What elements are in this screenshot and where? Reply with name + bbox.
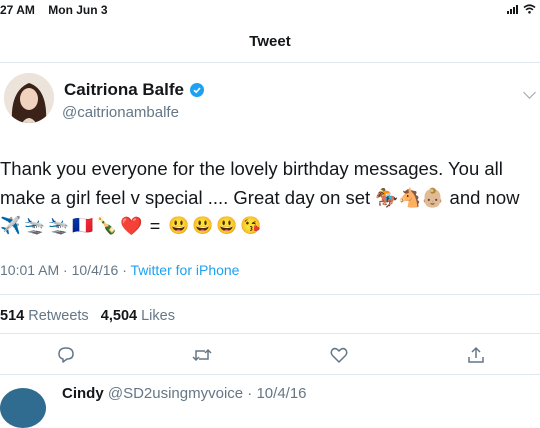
verified-icon [189,83,204,97]
france-flag-emoji: 🇫🇷 [72,216,94,235]
chevron-down-icon[interactable] [523,86,536,99]
reply-separator: · [247,385,253,402]
tweet-meta: 10:01 AM · 10/4/16 · Twitter for iPhone [0,262,239,278]
reply-avatar[interactable] [0,388,46,428]
reply-author-name[interactable]: Cindy [62,385,104,402]
retweet-icon [192,348,212,362]
retweet-button[interactable] [191,344,213,366]
author-handle[interactable]: @caitrionambalfe [62,104,179,121]
tweet-time: 10:01 AM [0,262,60,278]
status-icons [507,4,536,14]
meta-separator: · [63,262,68,278]
retweets-count: 514 [0,308,25,324]
airplane-arriving-emoji: 🛬 [48,216,70,235]
smiley-emoji: 😃 [216,216,238,235]
meta-divider [0,294,540,295]
reply-author-handle[interactable]: @SD2usingmyvoice [108,385,243,402]
reply-icon [58,347,74,363]
status-time: 27 AM Mon Jun 3 [0,3,108,17]
clock-text: 27 AM [0,3,35,17]
like-button[interactable] [328,344,350,366]
likes-label: Likes [141,308,175,324]
tweet-text: Thank you everyone for the lovely birthd… [0,154,540,212]
reply-date[interactable]: 10/4/16 [256,385,306,402]
like-icon [330,347,348,363]
equals-sign: = [149,216,161,236]
champagne-emoji: 🍾 [96,216,118,235]
avatar[interactable] [4,73,54,123]
date-text: Mon Jun 3 [48,3,108,17]
signal-icon [507,4,518,14]
smiley-emoji: 😃 [192,216,214,235]
page-title: Tweet [249,33,291,50]
retweets-label: Retweets [28,308,89,324]
tweet-source-link[interactable]: Twitter for iPhone [131,262,240,278]
share-icon [468,346,484,363]
smiley-emoji: 😃 [168,216,190,235]
likes-stat[interactable]: 4,504 Likes [101,308,175,324]
tweet-line: Thank you everyone for the lovely birthd… [0,158,503,179]
profile-photo-icon [4,73,54,123]
author-name[interactable]: Caitriona Balfe [64,80,184,100]
reply-button[interactable] [55,344,77,366]
meta-separator: · [122,262,127,278]
tweet-emoji-line: ✈️ 🛬 🛬 🇫🇷 🍾 ❤️ = 😃 😃 😃 😘 [0,215,262,237]
stats-divider [0,333,540,334]
airplane-arriving-emoji: 🛬 [24,216,46,235]
tweet-line: make a girl feel v special .... Great da… [0,187,520,208]
kiss-emoji: 😘 [240,216,262,235]
heart-emoji: ❤️ [120,216,143,236]
share-button[interactable] [465,344,487,366]
tweet-actions [0,342,540,370]
tweet-date[interactable]: 10/4/16 [72,262,119,278]
wifi-icon [523,4,536,14]
retweets-stat[interactable]: 514 Retweets [0,308,89,324]
header-divider [0,62,540,63]
likes-count: 4,504 [100,308,138,324]
actions-divider [0,374,540,375]
display-name[interactable]: Caitriona Balfe [64,80,204,100]
reply-header: Cindy @SD2usingmyvoice · 10/4/16 [62,385,307,402]
airplane-emoji: ✈️ [0,216,22,235]
tweet-stats: 514 Retweets 4,504 Likes [0,308,175,324]
